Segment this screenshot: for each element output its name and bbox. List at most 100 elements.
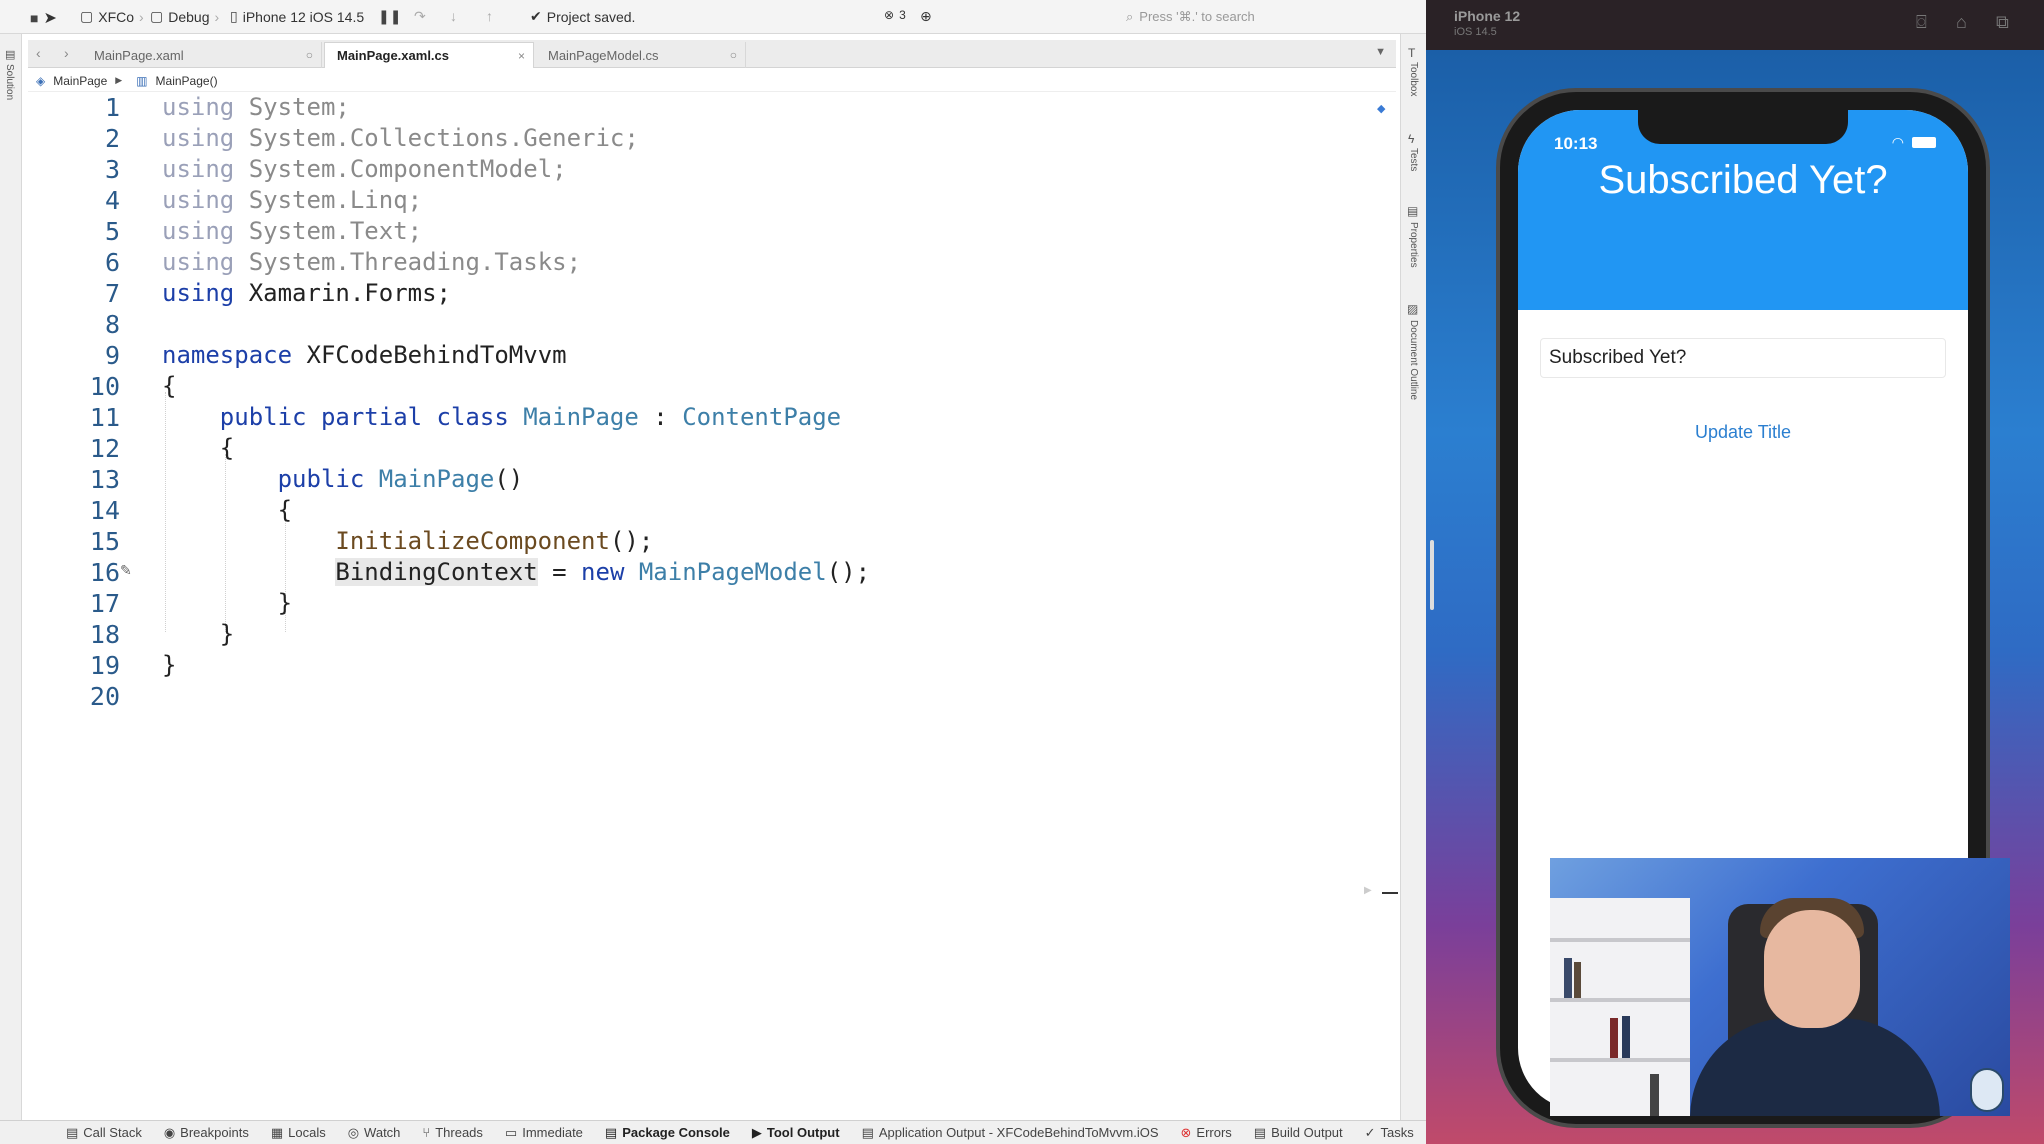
notifications-button[interactable]: ⊕ [920,8,932,25]
package-console-pad[interactable]: ▤ Package Console [605,1125,730,1141]
tab-close-icon[interactable]: × [518,49,525,63]
line-number-gutter: 1 2 3 4 5 6 7 8 9 10 11 12 13 14 15 16 17 18 19 20 [22,92,122,1120]
solution-pad-icon[interactable]: ▤ [5,48,15,61]
output-icon: ▤ [861,1124,874,1140]
breadcrumb: ◈ MainPage ▶ ▥ MainPage() [28,70,1396,92]
step-into-button[interactable]: ↓ [450,8,457,24]
forward-arrow-icon[interactable]: › [64,45,69,61]
config-selector[interactable]: ▢ Debug › [150,8,219,25]
tab-mainpage-xaml-cs[interactable]: MainPage.xaml.cs × [324,42,534,68]
rotate-icon[interactable]: ⧉ [1996,12,2009,33]
pause-button[interactable]: ❚❚ [378,8,401,25]
tests-pad-label[interactable]: Tests [1408,148,1419,171]
line-number: 1 [104,93,120,122]
left-pad-strip: ▤ Solution [0,34,22,1120]
line-number: 16 [89,558,120,587]
code-line-14: { [277,496,293,524]
outline-icon[interactable]: ▨ [1407,302,1418,316]
call-stack-pad[interactable]: ▤ Call Stack [66,1125,142,1141]
title-entry-field[interactable]: Subscribed Yet? [1540,338,1946,378]
build-output-pad[interactable]: ▤ Build Output [1254,1125,1343,1141]
line-number: 20 [89,682,120,711]
code-editor[interactable]: 1 2 3 4 5 6 7 8 9 10 11 12 13 14 15 16 17 18 19 20 using Sy… [22,92,1400,1120]
immediate-pad[interactable]: ▭ Immediate [505,1125,583,1141]
class-icon: ◈ [36,73,46,88]
properties-icon[interactable]: ▤ [1407,204,1418,218]
avatar [1970,1068,2004,1112]
play-icon: ▶ [751,1124,762,1140]
update-title-button[interactable]: Update Title [1518,422,1968,443]
code-line-5: using System.Text; [162,217,423,245]
line-number: 13 [89,465,120,494]
edit-pencil-icon: ✎ [120,562,132,578]
simulator-os-version: iOS 14.5 [1454,26,1497,38]
pause-icon: ❚❚ [378,8,402,24]
errors-pad[interactable]: ⊗ Errors [1181,1125,1232,1141]
tab-mainpage-xaml[interactable]: MainPage.xaml ○ [82,42,322,68]
check-icon: ✓ [1364,1124,1376,1140]
breakpoints-pad[interactable]: ◉ Breakpoints [164,1125,249,1141]
tab-overflow-icon[interactable]: ▼ [1375,46,1386,58]
code-line-16: BindingContext = new MainPageModel(); [335,558,871,586]
line-number: 9 [104,341,120,370]
app-title: Subscribed Yet? [1598,158,1888,202]
search-icon: ⌕ [1126,9,1134,24]
code-line-7: using Xamarin.Forms; [162,279,451,307]
line-number: 3 [104,155,120,184]
threads-pad[interactable]: ⑂ Threads [422,1125,483,1140]
webcam-bookshelf [1550,898,1690,1116]
tests-icon[interactable]: ϟ [1408,132,1414,146]
code-line-15: InitializeComponent(); [335,527,654,555]
line-number: 19 [89,651,120,680]
tab-mainpagemodel-cs[interactable]: MainPageModel.cs ○ [536,42,746,68]
line-number: 10 [89,372,120,401]
locals-pad[interactable]: ▦ Locals [271,1125,326,1141]
toolbox-icon[interactable]: T [1408,46,1415,60]
project-selector[interactable]: ▢ XFCo › [80,8,144,25]
back-arrow-icon[interactable]: ‹ [36,45,41,61]
outline-pad-label[interactable]: Document Outline [1408,320,1419,400]
search-input[interactable]: ⌕ Press '⌘.' to search [1126,6,1416,28]
error-icon: ⊗ [884,8,895,22]
properties-pad-label[interactable]: Properties [1408,222,1419,268]
code-line-9: namespace XFCodeBehindToMvvm [162,341,567,369]
line-number: 14 [89,496,120,525]
check-circle-icon: ✔ [530,8,542,24]
error-badge[interactable]: ⊗ 3 [884,8,906,22]
application-output-pad[interactable]: ▤ Application Output - XFCodeBehindToMvvm… [862,1125,1159,1141]
window-icon: ▢ [150,8,164,24]
webcam-overlay [1550,858,2010,1116]
device-selector[interactable]: ▯ iPhone 12 iOS 14.5 [230,8,364,25]
scroll-arrow-icon: ▶ [1364,885,1372,896]
step-over-button[interactable]: ↷ [414,8,426,25]
breadcrumb-member[interactable]: MainPage() [156,74,218,88]
breadcrumb-class[interactable]: MainPage [53,74,107,88]
line-number: 12 [89,434,120,463]
tab-unsaved-icon[interactable]: ○ [730,48,737,62]
status-icons: ◠ [1892,134,1936,151]
line-number: 11 [89,403,120,432]
line-number: 7 [104,279,120,308]
line-number: 2 [104,124,120,153]
battery-icon [1912,137,1936,148]
toolbox-pad-label[interactable]: Toolbox [1408,62,1419,96]
simulator-title-bar: iPhone 12 iOS 14.5 ⌼ ⌂ ⧉ [1426,0,2044,50]
split-divider-handle[interactable] [1430,540,1434,610]
solution-pad-label[interactable]: Solution [4,64,15,100]
step-into-icon: ↓ [450,8,457,24]
locals-icon: ▦ [270,1124,284,1140]
tab-unsaved-icon[interactable]: ○ [306,48,313,62]
stop-button[interactable]: ■ ➤ [30,8,57,28]
scrollbar-marker[interactable] [1382,892,1398,894]
tool-output-pad[interactable]: ▶ Tool Output [752,1125,840,1141]
phone-icon: ▯ [230,8,238,24]
main-toolbar: ■ ➤ ▢ XFCo › ▢ Debug › ▯ iPhone 12 iOS 14.5 ❚❚… [0,0,1426,34]
watch-pad[interactable]: ◎ Watch [348,1125,401,1141]
threads-icon: ⑂ [422,1125,431,1140]
build-status: ✔ Project saved. [530,8,636,25]
step-out-button[interactable]: ↑ [486,8,493,24]
home-icon[interactable]: ⌂ [1956,12,1967,33]
tasks-pad[interactable]: ✓ Tasks [1365,1125,1414,1141]
screenshot-icon[interactable]: ⌼ [1916,12,1927,33]
line-number: 5 [104,217,120,246]
